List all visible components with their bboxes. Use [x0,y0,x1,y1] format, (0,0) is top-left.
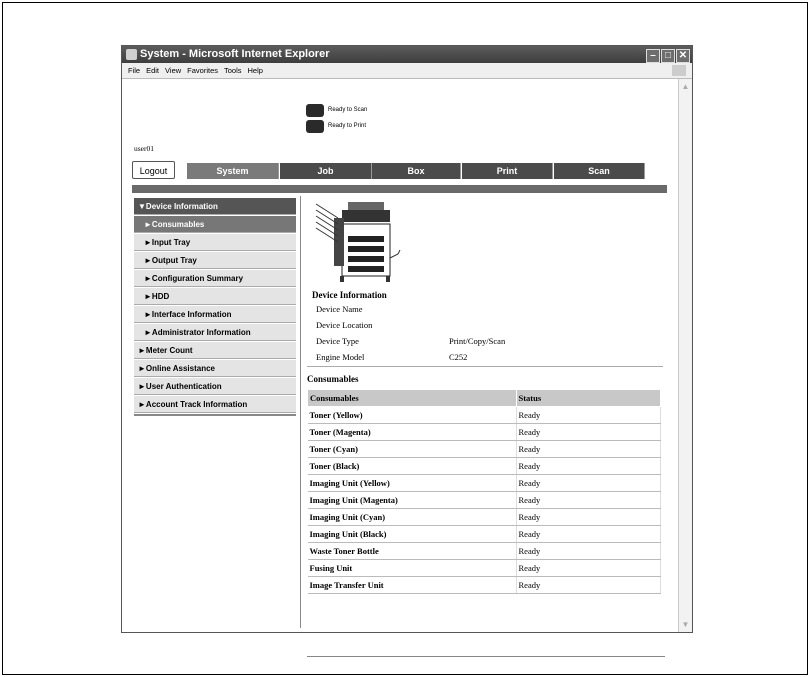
sidebar-item-meter-count[interactable]: ►Meter Count [134,342,296,359]
tab-job[interactable]: Job [280,163,372,179]
logout-button[interactable]: Logout [132,161,175,179]
copier-image [315,202,401,282]
consumable-name: Imaging Unit (Cyan) [307,508,517,526]
browser-window: System - Microsoft Internet Explorer – □ ✕… [121,45,693,657]
table-row: Imaging Unit (Cyan) Ready [307,508,661,526]
scroll-up-icon[interactable]: ▲ [680,81,691,92]
consumable-status: Ready [516,559,661,577]
consumable-status: Ready [516,474,661,492]
consumable-status: Ready [516,542,661,560]
sidebar-item-interface-information[interactable]: ►Interface Information [134,306,296,323]
vertical-scrollbar[interactable]: ▲ ▼ [678,79,692,632]
consumable-status: Ready [516,491,661,509]
consumable-name: Toner (Cyan) [307,440,517,458]
sidebar-item-input-tray[interactable]: ►Input Tray [134,234,296,251]
consumable-name: Imaging Unit (Magenta) [307,491,517,509]
menu-bar: File Edit View Favorites Tools Help [122,63,692,79]
sidebar-divider [300,196,301,628]
sidebar-item-user-authentication[interactable]: ►User Authentication [134,378,296,395]
sidebar-item-consumables[interactable]: ►Consumables [134,216,296,233]
sidebar-bottom-rule [134,414,296,416]
windows-logo-icon [672,65,686,76]
main-nav: Logout System Job Box Print Scan [132,161,664,181]
window-title: System - Microsoft Internet Explorer [140,48,330,60]
table-row: Imaging Unit (Yellow) Ready [307,474,661,492]
sidebar-item-administrator-information[interactable]: ►Administrator Information [134,324,296,341]
sidebar-item-online-assistance[interactable]: ►Online Assistance [134,360,296,377]
sidebar-item-output-tray[interactable]: ►Output Tray [134,252,296,269]
menu-item-edit[interactable]: Edit [146,66,159,75]
table-row: Toner (Black) Ready [307,457,661,475]
consumable-status: Ready [516,576,661,594]
sidebar-item-device-information[interactable]: ▼Device Information [134,198,296,215]
status-text: Ready to Print [328,123,367,129]
close-button[interactable]: ✕ [676,49,690,63]
column-header-status: Status [515,389,661,407]
consumable-name: Toner (Black) [307,457,517,475]
device-status: Ready to Scan Ready to Print [306,102,367,134]
consumable-name: Waste Toner Bottle [307,542,517,560]
consumable-status: Ready [516,508,661,526]
table-row: Imaging Unit (Magenta) Ready [307,491,661,509]
status-row: Ready to Print [306,118,367,134]
device-info-label: Device Name [316,304,363,314]
menu-item-help[interactable]: Help [248,66,263,75]
device-info-value: Print/Copy/Scan [449,336,506,346]
content-bottom-rule [307,656,665,657]
status-row: Ready to Scan [306,102,367,118]
minimize-button[interactable]: – [646,49,660,63]
tab-scan[interactable]: Scan [554,163,645,179]
device-info-label: Engine Model [316,352,365,362]
status-text: Ready to Scan [328,107,368,113]
menu-item-file[interactable]: File [128,66,140,75]
consumable-status: Ready [516,406,661,424]
tab-box[interactable]: Box [372,163,461,179]
table-row: Toner (Yellow) Ready [307,406,661,424]
table-row: Fusing Unit Ready [307,559,661,577]
username: user01 [134,144,154,153]
device-info-label: Device Type [316,336,359,346]
table-header-row: Consumables Status [307,389,661,407]
tab-system[interactable]: System [187,163,279,179]
maximize-button[interactable]: □ [661,49,675,63]
table-row: Toner (Magenta) Ready [307,423,661,441]
consumable-name: Toner (Yellow) [307,406,517,424]
sidebar-item-configuration-summary[interactable]: ►Configuration Summary [134,270,296,287]
consumable-status: Ready [516,457,661,475]
scroll-down-icon[interactable]: ▼ [680,619,691,630]
consumable-status: Ready [516,525,661,543]
printer-icon [306,119,324,133]
consumable-name: Imaging Unit (Black) [307,525,517,543]
section-separator [307,366,663,367]
nav-divider-bar [132,185,667,193]
table-row: Imaging Unit (Black) Ready [307,525,661,543]
consumables-table: Consumables Status Toner (Yellow) Ready To… [307,389,661,594]
consumable-name: Imaging Unit (Yellow) [307,474,517,492]
table-row: Toner (Cyan) Ready [307,440,661,458]
consumable-status: Ready [516,423,661,441]
menu-item-view[interactable]: View [165,66,181,75]
consumables-title: Consumables [307,374,359,384]
table-row: Waste Toner Bottle Ready [307,542,661,560]
consumable-name: Fusing Unit [307,559,517,577]
menu-item-tools[interactable]: Tools [224,66,242,75]
table-row: Image Transfer Unit Ready [307,576,661,594]
sidebar-item-account-track-information[interactable]: ►Account Track Information [134,396,296,413]
consumable-status: Ready [516,440,661,458]
device-info-label: Device Location [316,320,373,330]
menu-item-favorites[interactable]: Favorites [187,66,218,75]
sidebar: ▼Device Information ►Consumables ►Input Tr… [134,198,296,416]
title-bar: System - Microsoft Internet Explorer – □ ✕ [122,46,692,63]
device-info-value: C252 [449,352,468,362]
sidebar-item-hdd[interactable]: ►HDD [134,288,296,305]
consumable-name: Image Transfer Unit [307,576,517,594]
ie-icon [126,49,137,60]
tab-print[interactable]: Print [462,163,553,179]
consumable-name: Toner (Magenta) [307,423,517,441]
scanner-icon [306,103,324,117]
column-header-consumables: Consumables [307,389,517,407]
device-info-title: Device Information [312,290,387,300]
